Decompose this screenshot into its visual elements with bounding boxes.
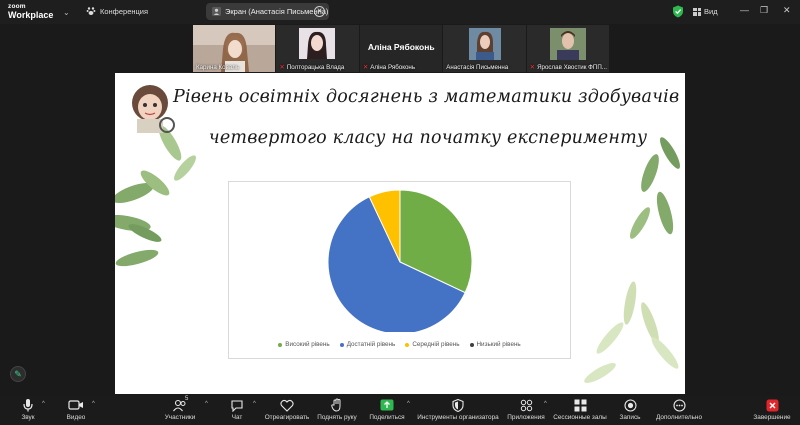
legend-label: Високий рівень — [285, 341, 330, 348]
window-close-icon[interactable]: ✕ — [783, 5, 791, 16]
participant-name: ✕ Полторацька Влада — [279, 63, 345, 72]
hand-icon — [331, 398, 341, 412]
more-icon — [672, 398, 686, 412]
microphone-icon — [23, 399, 33, 412]
teacher-sticker — [132, 85, 175, 133]
screen-share-label: Экран (Анастасія Письменна) — [225, 7, 329, 16]
share-options-caret[interactable]: ^ — [407, 401, 410, 407]
legend-label: Середній рівень — [412, 341, 460, 348]
shared-screen-slide: Рівень освітніх досягнень з математики з… — [115, 73, 685, 394]
grid-view-icon — [693, 7, 701, 16]
participant-name: Карина Коваль — [196, 64, 240, 71]
share-screen-icon — [380, 399, 394, 411]
chart-legend: Високий рівень Достатній рівень Середній р… — [229, 341, 570, 348]
participant-name: ✕ Аліна Рябоконь — [362, 63, 416, 72]
slide-title-line-2: четвертого класу на початку експерименту — [208, 128, 648, 148]
audio-options-caret[interactable]: ^ — [42, 401, 45, 407]
annotate-pencil-icon[interactable]: ✎ — [10, 366, 26, 382]
participant-tile[interactable]: ✕ Полторацька Влада — [276, 25, 359, 72]
minimize-icon[interactable]: — — [740, 5, 749, 15]
legend-swatch — [278, 342, 283, 347]
participant-strip: Карина Коваль ✕ Полторацька Влада Аліна Р… — [193, 25, 610, 72]
participant-name: ✕ Ярослав Хвостик ФПП... — [529, 63, 607, 72]
participant-display-name: Аліна Рябоконь — [367, 42, 435, 52]
apps-button[interactable]: Приложения — [496, 398, 556, 421]
paw-icon — [86, 7, 96, 15]
security-shield-icon[interactable] — [672, 5, 684, 18]
muted-mic-icon: ✕ — [362, 64, 369, 71]
meeting-label: Конференция — [100, 6, 149, 16]
meeting-toolbar: Звук ^ Видео ^ 5 Участники ^ Чат ^ Отреа… — [0, 396, 800, 425]
view-label: Вид — [704, 7, 718, 16]
participant-tile[interactable]: Карина Коваль — [193, 25, 276, 72]
apps-icon — [520, 399, 532, 411]
pie-chart-container: Високий рівень Достатній рівень Середній р… — [228, 181, 571, 359]
end-call-icon — [766, 399, 778, 411]
video-options-caret[interactable]: ^ — [92, 401, 95, 407]
leaf-decoration-right — [584, 137, 680, 383]
chat-icon — [231, 399, 243, 412]
legend-label: Низький рівень — [476, 341, 521, 348]
legend-item: Середній рівень — [405, 341, 460, 348]
slide-title-line-1: Рівень освітніх досягнень з математики з… — [173, 87, 680, 107]
chevron-down-icon[interactable]: ⌄ — [63, 8, 70, 17]
shield-icon — [452, 398, 464, 412]
record-icon — [623, 398, 637, 412]
muted-mic-icon: ✕ — [279, 64, 285, 71]
participant-tile[interactable]: ✕ Ярослав Хвостик ФПП... — [526, 25, 610, 72]
muted-mic-icon: ✕ — [529, 64, 536, 71]
participant-name: Анастасія Письменна — [446, 64, 509, 71]
meeting-menu[interactable]: Конференция — [86, 6, 148, 16]
zoom-logo: zoom Workplace — [8, 3, 54, 20]
participant-tile-active-speaker[interactable]: Анастасія Письменна — [443, 25, 526, 72]
close-icon[interactable]: ✕ — [314, 6, 325, 17]
end-meeting-button[interactable]: Завершение — [742, 398, 800, 421]
title-bar: zoom Workplace ⌄ Конференция Экран (Анас… — [0, 0, 800, 24]
legend-label: Достатній рівень — [346, 341, 396, 348]
participant-tile[interactable]: Аліна Рябоконь ✕ Аліна Рябоконь — [359, 25, 443, 72]
chat-options-caret[interactable]: ^ — [253, 401, 256, 407]
maximize-icon[interactable]: ❐ — [760, 5, 768, 16]
legend-swatch — [339, 342, 344, 347]
legend-item: Високий рівень — [278, 341, 330, 348]
leaf-decoration-left — [115, 85, 196, 267]
legend-item: Достатній рівень — [339, 341, 396, 348]
video-camera-icon — [68, 400, 83, 410]
host-tools-button[interactable]: Инструменты организатора — [417, 398, 499, 421]
logo-bottom: Workplace — [8, 10, 54, 20]
screen-share-indicator[interactable]: Экран (Анастасія Письменна) ✕ — [206, 3, 329, 20]
more-button[interactable]: Дополнительно — [649, 398, 709, 421]
video-button[interactable]: Видео — [46, 398, 106, 421]
heart-icon — [280, 399, 294, 412]
legend-swatch — [469, 342, 474, 347]
apps-options-caret[interactable]: ^ — [544, 401, 547, 407]
legend-item: Низький рівень — [469, 341, 521, 348]
person-icon — [212, 7, 221, 16]
pie-chart — [327, 189, 473, 332]
participants-button[interactable]: 5 Участники — [150, 396, 210, 421]
zoom-window: zoom Workplace ⌄ Конференция Экран (Анас… — [0, 0, 800, 425]
breakout-rooms-icon — [574, 399, 586, 411]
legend-swatch — [405, 342, 410, 347]
view-menu[interactable]: Вид — [693, 7, 718, 16]
